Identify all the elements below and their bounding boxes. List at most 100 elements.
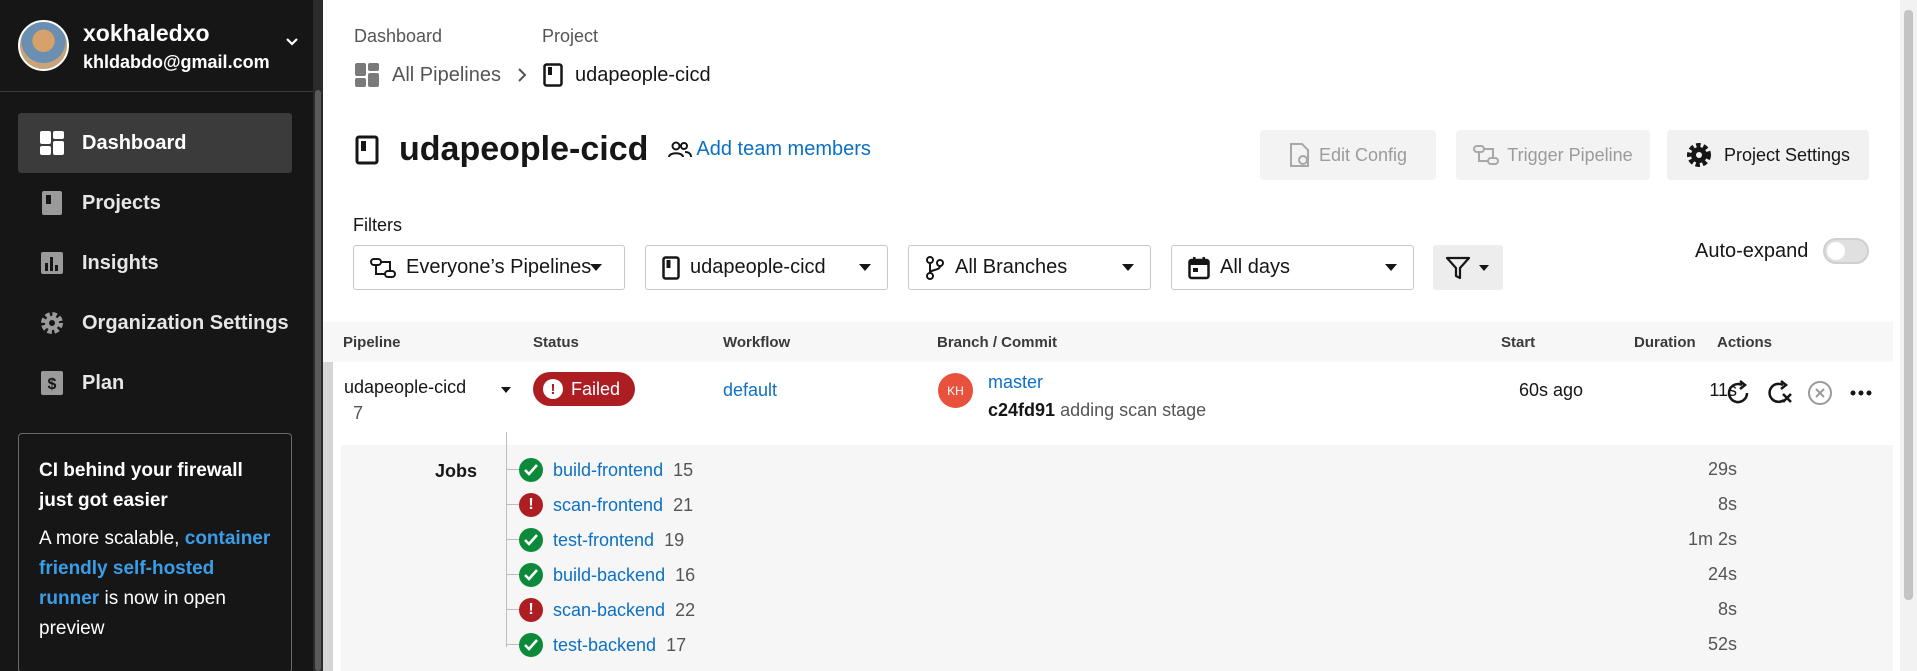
sidebar-item-plan[interactable]: $ Plan (18, 353, 292, 413)
col-start: Start (1501, 334, 1536, 351)
tree-branch (506, 539, 519, 540)
failed-icon: ! (519, 598, 543, 622)
dashboard-icon (355, 63, 379, 87)
chevron-down-icon[interactable] (284, 34, 300, 50)
job-row: ! scan-backend 22 (506, 596, 696, 624)
filter-icon (1445, 256, 1471, 280)
chart-icon (39, 250, 65, 276)
failed-icon: ! (519, 493, 543, 517)
sidebar-item-label: Organization Settings (82, 311, 289, 334)
job-duration: 8s (1717, 494, 1737, 514)
sidebar-item-organization-settings[interactable]: Organization Settings (18, 293, 292, 353)
sidebar-item-label: Plan (82, 371, 125, 394)
sidebar: xokhaledxo khldabdo@gmail.com Dashboard … (0, 0, 323, 671)
calendar-icon (1188, 256, 1210, 279)
branch-link[interactable]: master (988, 372, 1043, 393)
dollar-icon: $ (39, 370, 65, 396)
user-menu[interactable]: xokhaledxo khldabdo@gmail.com (0, 0, 313, 92)
job-name[interactable]: test-frontend (553, 530, 654, 551)
sidebar-item-insights[interactable]: Insights (18, 233, 292, 293)
pipeline-name[interactable]: udapeople-cicd (344, 377, 466, 398)
actions-group (1723, 378, 1876, 408)
job-number: 16 (675, 564, 696, 585)
more-filters-button[interactable] (1433, 245, 1503, 290)
success-icon (519, 458, 543, 482)
cancel-icon[interactable] (1805, 378, 1835, 408)
workflow-link[interactable]: default (723, 380, 777, 401)
job-row: build-backend 16 (506, 561, 696, 589)
success-icon (519, 563, 543, 587)
pipeline-number: 7 (353, 403, 364, 423)
table-header: Pipeline Status Workflow Branch / Commit… (323, 322, 1893, 362)
project-settings-button[interactable]: Project Settings (1667, 130, 1869, 180)
pipelines-filter-dropdown[interactable]: Everyone’s Pipelines (353, 245, 625, 290)
commit-hash[interactable]: c24fd91 (988, 400, 1055, 420)
job-duration: 52s (1707, 634, 1737, 654)
svg-text:$: $ (48, 376, 57, 393)
job-duration: 1m 2s (1687, 529, 1737, 549)
job-name[interactable]: scan-frontend (553, 495, 663, 516)
add-team-members-link[interactable]: Add team members (668, 138, 871, 161)
pipeline-icon (1473, 145, 1500, 165)
tree-branch (506, 504, 519, 505)
branches-filter-dropdown[interactable]: All Branches (908, 245, 1151, 290)
main-content: Dashboard Project All Pipelines udapeopl… (323, 0, 1917, 671)
pipeline-icon (370, 257, 396, 278)
project-filter-value: udapeople-cicd (690, 256, 826, 278)
caret-down-icon (590, 264, 602, 271)
page-title: udapeople-cicd (399, 130, 649, 168)
days-filter-dropdown[interactable]: All days (1171, 245, 1414, 290)
breadcrumb-project[interactable]: udapeople-cicd (575, 64, 711, 87)
project-filter-dropdown[interactable]: udapeople-cicd (645, 245, 888, 290)
promo-title: CI behind your firewall just got easier (39, 460, 243, 511)
breadcrumb-label-dashboard: Dashboard (354, 26, 443, 46)
project-header: udapeople-cicd Add team members (355, 130, 871, 169)
job-number: 21 (673, 494, 694, 515)
file-gear-icon (1289, 143, 1309, 167)
gear-icon (1686, 143, 1711, 167)
rerun-icon[interactable] (1723, 378, 1753, 408)
sidebar-item-label: Dashboard (82, 131, 187, 154)
job-row: test-backend 17 (506, 631, 686, 659)
job-name[interactable]: scan-backend (553, 600, 665, 621)
col-duration: Duration (1634, 334, 1696, 351)
project-icon (662, 255, 680, 280)
edit-config-button[interactable]: Edit Config (1260, 130, 1436, 180)
avatar: KH (938, 373, 973, 408)
tree-branch (506, 644, 519, 645)
page-scrollbar[interactable] (1900, 0, 1917, 671)
sidebar-item-label: Projects (82, 191, 161, 214)
trigger-pipeline-label: Trigger Pipeline (1507, 144, 1633, 165)
col-status: Status (533, 334, 579, 351)
people-icon (668, 141, 693, 157)
rerun-failed-icon[interactable] (1764, 378, 1794, 408)
caret-down-icon (1122, 264, 1134, 271)
caret-down-icon (1479, 265, 1489, 271)
caret-down-icon (1385, 264, 1397, 271)
alert-icon: ! (543, 379, 563, 399)
job-number: 15 (673, 459, 694, 480)
auto-expand-label: Auto-expand (1695, 240, 1809, 262)
sidebar-item-projects[interactable]: Projects (18, 173, 292, 233)
breadcrumb-all-pipelines[interactable]: All Pipelines (392, 64, 501, 87)
git-branch-icon (926, 255, 944, 280)
add-team-members-label: Add team members (696, 138, 871, 160)
job-name[interactable]: build-backend (553, 565, 665, 586)
job-name[interactable]: test-backend (553, 635, 656, 656)
sidebar-item-dashboard[interactable]: Dashboard (18, 113, 292, 173)
promo-card: CI behind your firewall just got easier … (18, 433, 292, 671)
sidebar-scrollbar[interactable] (313, 0, 323, 671)
more-options-icon[interactable] (1846, 378, 1876, 408)
tree-branch (506, 609, 519, 610)
promo-text-before: A more scalable, (39, 528, 185, 549)
trigger-pipeline-button[interactable]: Trigger Pipeline (1456, 130, 1650, 180)
job-name[interactable]: build-frontend (553, 460, 663, 481)
job-row: test-frontend 19 (506, 526, 685, 554)
job-number: 22 (675, 599, 696, 620)
user-name: xokhaledxo (83, 20, 210, 46)
expand-caret-icon[interactable] (501, 387, 511, 393)
job-number: 19 (664, 529, 685, 550)
status-badge[interactable]: ! Failed (533, 372, 635, 406)
auto-expand-toggle[interactable] (1823, 238, 1869, 264)
success-icon (519, 633, 543, 657)
